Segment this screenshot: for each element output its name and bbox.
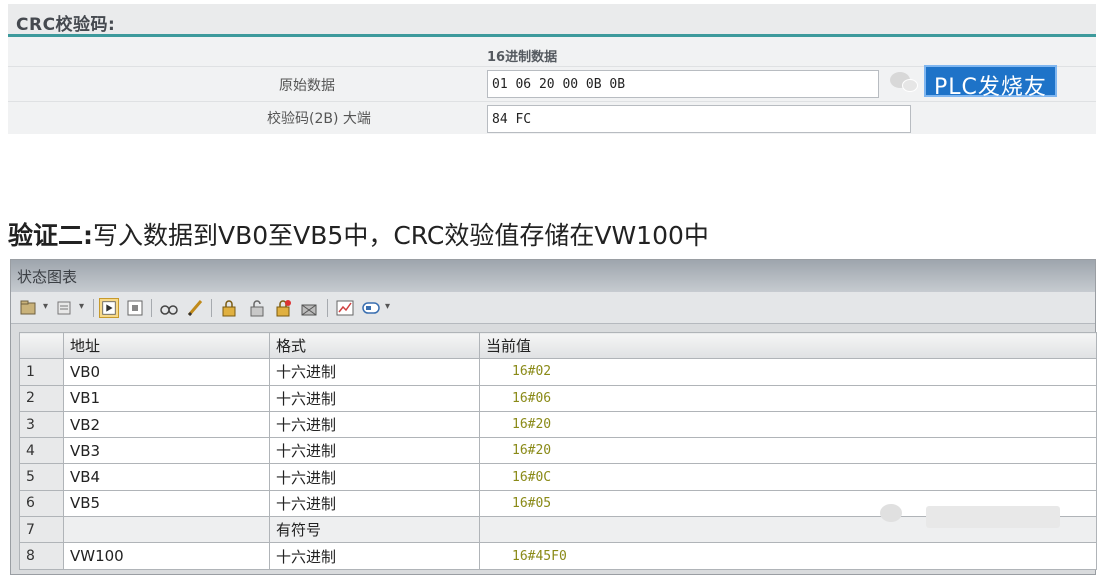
pencil-icon[interactable]: [185, 298, 205, 318]
address-cell[interactable]: VB3: [63, 437, 270, 465]
row-index[interactable]: 8: [19, 542, 64, 570]
heading-text: 写入数据到VB0至VB5中，CRC效验值存储在VW100中: [93, 221, 709, 250]
raw-data-field[interactable]: 01 06 20 00 0B 0B: [487, 70, 879, 98]
stop-icon[interactable]: [125, 298, 145, 318]
index-header: [19, 331, 64, 360]
address-cell[interactable]: VB2: [63, 410, 270, 439]
format-cell[interactable]: 十六进制: [269, 410, 480, 439]
value-cell: 16#20: [479, 410, 1097, 439]
row-index[interactable]: 6: [19, 489, 64, 518]
value-cell: 16#0C: [479, 463, 1097, 491]
address-cell[interactable]: VB4: [63, 463, 270, 491]
address-column-header[interactable]: 地址: [63, 331, 270, 360]
toolbar-separator: [93, 299, 94, 317]
value-cell: 16#20: [479, 437, 1097, 465]
format-cell[interactable]: 十六进制: [269, 384, 480, 412]
row-index[interactable]: 5: [19, 463, 64, 491]
toolbar: ▾ ▾ ▾: [11, 292, 1095, 324]
toolbar-separator: [327, 299, 328, 317]
raw-data-label: 原始数据: [279, 78, 335, 94]
unlock-icon[interactable]: [247, 298, 267, 318]
table-row: 4 VB3 十六进制 16#20: [19, 437, 1097, 465]
value-column-header[interactable]: 当前值: [479, 331, 1097, 360]
lock-icon[interactable]: [219, 298, 239, 318]
blurred-watermark: [870, 488, 1096, 546]
glasses-icon[interactable]: [159, 298, 179, 318]
wechat-icon: [884, 65, 924, 97]
hex-column-header: 16进制数据: [487, 50, 558, 65]
value-cell: 16#02: [479, 358, 1097, 386]
new-table-icon[interactable]: [19, 298, 39, 318]
toolbar-separator: [151, 299, 152, 317]
value-cell: 16#06: [479, 384, 1097, 412]
divider: [8, 101, 1096, 102]
play-icon[interactable]: [99, 298, 119, 318]
format-column-header[interactable]: 格式: [269, 331, 480, 360]
format-cell[interactable]: 十六进制: [269, 463, 480, 491]
address-cell[interactable]: VB0: [63, 358, 270, 386]
address-cell[interactable]: VB1: [63, 384, 270, 412]
format-cell[interactable]: 十六进制: [269, 358, 480, 386]
chevron-down-icon[interactable]: ▾: [79, 301, 84, 312]
checksum-label: 校验码(2B) 大端: [267, 111, 371, 127]
watermark: PLC发烧友: [884, 65, 1057, 100]
crc-title: CRC校验码:: [16, 15, 116, 35]
insert-icon[interactable]: [55, 298, 75, 318]
watermark-text: PLC发烧友: [924, 65, 1057, 100]
window-title: 状态图表: [11, 260, 1095, 292]
chevron-down-icon[interactable]: ▾: [43, 301, 48, 312]
table-header-row: 地址 格式 当前值: [19, 331, 1097, 360]
row-index[interactable]: 1: [19, 358, 64, 386]
unforce-icon[interactable]: [299, 298, 319, 318]
format-cell[interactable]: 十六进制: [269, 542, 480, 570]
format-cell[interactable]: 十六进制: [269, 437, 480, 465]
format-cell[interactable]: 有符号: [269, 516, 480, 544]
table-row: 3 VB2 十六进制 16#20: [19, 410, 1097, 439]
row-index[interactable]: 2: [19, 384, 64, 412]
crc-panel: CRC校验码: 16进制数据 原始数据 01 06 20 00 0B 0B 校验…: [8, 4, 1096, 134]
checksum-field[interactable]: 84 FC: [487, 105, 911, 133]
force-icon[interactable]: [273, 298, 293, 318]
value-cell: 16#45F0: [479, 542, 1097, 570]
row-index[interactable]: 4: [19, 437, 64, 465]
table-row: 2 VB1 十六进制 16#06: [19, 384, 1097, 412]
heading-prefix: 验证二:: [8, 221, 93, 250]
toolbar-separator: [211, 299, 212, 317]
section-heading: 验证二:写入数据到VB0至VB5中，CRC效验值存储在VW100中: [8, 216, 709, 252]
address-cell[interactable]: VW100: [63, 542, 270, 570]
row-index[interactable]: 7: [19, 516, 64, 544]
table-row: 1 VB0 十六进制 16#02: [19, 358, 1097, 386]
table-row: 8 VW100 十六进制 16#45F0: [19, 542, 1097, 570]
crc-header: CRC校验码:: [8, 4, 1096, 37]
address-cell[interactable]: VB5: [63, 489, 270, 518]
format-cell[interactable]: 十六进制: [269, 489, 480, 518]
address-cell[interactable]: [63, 516, 270, 544]
trend-icon[interactable]: [335, 298, 355, 318]
chevron-down-icon[interactable]: ▾: [385, 301, 390, 312]
comment-icon[interactable]: [361, 298, 381, 318]
table-row: 5 VB4 十六进制 16#0C: [19, 463, 1097, 491]
row-index[interactable]: 3: [19, 410, 64, 439]
